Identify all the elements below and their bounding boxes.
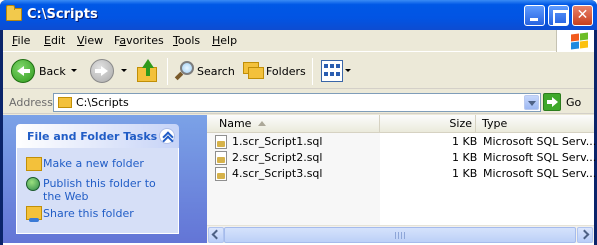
go-button[interactable]: Go — [566, 96, 581, 109]
content-area: File and Folder Tasks Make a new folder … — [3, 115, 597, 245]
file-size: 1 KB — [452, 167, 478, 180]
address-value[interactable]: C:\Scripts — [76, 96, 129, 109]
title-bar[interactable]: C:\Scripts ✕ — [0, 0, 597, 30]
scroll-left-icon[interactable] — [208, 227, 224, 243]
publish-link-line1: Publish this folder to — [43, 177, 156, 190]
window-title: C:\Scripts — [27, 7, 98, 22]
up-folder-icon[interactable] — [137, 59, 159, 83]
column-header-name[interactable]: Name — [207, 115, 380, 133]
column-type-label: Type — [482, 117, 508, 130]
sql-file-icon — [215, 135, 227, 149]
task-panel-header[interactable]: File and Folder Tasks — [16, 124, 179, 148]
views-dropdown-icon[interactable] — [345, 69, 351, 72]
search-button[interactable]: Search — [197, 65, 235, 78]
menu-view[interactable]: View — [77, 34, 103, 47]
make-new-folder-link[interactable]: Make a new folder — [43, 157, 144, 170]
file-row[interactable]: 1.scr_Script1.sql 1 KB Microsoft SQL Ser… — [207, 134, 597, 150]
publish-link-line2: the Web — [43, 190, 89, 203]
file-size: 1 KB — [452, 151, 478, 164]
menu-edit-label: dit — [50, 34, 66, 47]
collapse-chevron-icon[interactable] — [159, 128, 175, 144]
close-button[interactable]: ✕ — [572, 5, 593, 26]
task-pane: File and Folder Tasks Make a new folder … — [3, 115, 207, 243]
share-folder-link[interactable]: Share this folder — [43, 207, 134, 220]
toolbar: Back Search Folders — [3, 53, 594, 89]
list-header: Name Size Type — [207, 115, 594, 133]
folders-icon[interactable] — [243, 62, 265, 80]
menu-help-label: elp — [220, 34, 238, 47]
task-panel-title: File and Folder Tasks — [27, 130, 158, 143]
column-size-label: Size — [449, 117, 472, 130]
folder-icon — [58, 97, 72, 108]
windows-logo-icon — [556, 30, 594, 52]
search-icon[interactable] — [174, 60, 196, 82]
file-type: Microsoft SQL Serv... — [483, 167, 597, 180]
back-button[interactable]: Back — [39, 65, 66, 78]
file-type: Microsoft SQL Serv... — [483, 135, 597, 148]
forward-arrow-icon[interactable] — [90, 59, 114, 83]
menu-favorites[interactable]: Favorites — [114, 34, 164, 47]
menu-file-label: ile — [17, 34, 31, 47]
menu-tools[interactable]: Tools — [173, 34, 200, 47]
scroll-right-icon[interactable] — [577, 227, 593, 243]
folders-button[interactable]: Folders — [266, 65, 306, 78]
maximize-button[interactable] — [548, 5, 569, 26]
address-field[interactable]: C:\Scripts — [53, 93, 541, 112]
address-bar: Address C:\Scripts Go — [3, 90, 594, 114]
file-name: 2.scr_Script2.sql — [232, 151, 323, 164]
column-header-size[interactable]: Size — [380, 115, 476, 133]
menu-tools-label: ools — [177, 34, 201, 47]
file-name: 4.scr_Script3.sql — [232, 167, 323, 180]
menu-bar: File Edit View Favorites Tools Help — [3, 30, 594, 52]
globe-icon — [26, 177, 40, 191]
toolbar-separator — [312, 58, 313, 85]
file-type: Microsoft SQL Serv... — [483, 151, 597, 164]
folder-icon — [6, 5, 22, 21]
minimize-button[interactable] — [524, 5, 545, 26]
horizontal-scrollbar[interactable] — [207, 225, 594, 243]
menu-edit[interactable]: Edit — [44, 34, 65, 47]
file-row[interactable]: 4.scr_Script3.sql 1 KB Microsoft SQL Ser… — [207, 166, 597, 182]
sql-file-icon — [215, 167, 227, 181]
scrollbar-thumb[interactable] — [224, 227, 576, 243]
file-list: Name Size Type 1.scr_Script1.sql 1 KB Mi… — [207, 115, 597, 243]
column-header-type[interactable]: Type — [476, 115, 594, 133]
menu-help[interactable]: Help — [212, 34, 237, 47]
address-label: Address — [9, 96, 53, 109]
share-folder-icon — [26, 206, 42, 222]
explorer-window: C:\Scripts ✕ File Edit View Favorites To… — [0, 0, 597, 245]
menu-file[interactable]: File — [12, 34, 30, 47]
close-icon: ✕ — [576, 7, 589, 23]
forward-dropdown-icon[interactable] — [121, 69, 127, 72]
go-arrow-icon[interactable] — [543, 93, 561, 111]
column-name-label: Name — [219, 117, 252, 130]
back-arrow-icon[interactable] — [11, 59, 35, 83]
views-icon[interactable] — [321, 60, 343, 82]
menu-view-label: iew — [84, 34, 104, 47]
sql-file-icon — [215, 151, 227, 165]
sort-ascending-icon — [258, 121, 266, 126]
file-row[interactable]: 2.scr_Script2.sql 1 KB Microsoft SQL Ser… — [207, 150, 597, 166]
publish-folder-link[interactable]: Publish this folder to the Web — [43, 177, 156, 203]
file-name: 1.scr_Script1.sql — [232, 135, 323, 148]
file-folder-tasks-panel: File and Folder Tasks Make a new folder … — [16, 124, 179, 234]
scrollbar-grip-icon — [395, 232, 405, 239]
address-dropdown-icon[interactable] — [524, 95, 539, 110]
back-dropdown-icon[interactable] — [71, 69, 77, 72]
window-frame: File Edit View Favorites Tools Help Back… — [3, 30, 597, 245]
task-panel-body: Make a new folder Publish this folder to… — [16, 148, 179, 234]
toolbar-separator — [167, 58, 168, 85]
new-folder-icon — [26, 157, 42, 171]
file-size: 1 KB — [452, 135, 478, 148]
menu-edit-mnemonic: E — [44, 34, 51, 47]
menu-favorites-label: vorites — [126, 34, 164, 47]
